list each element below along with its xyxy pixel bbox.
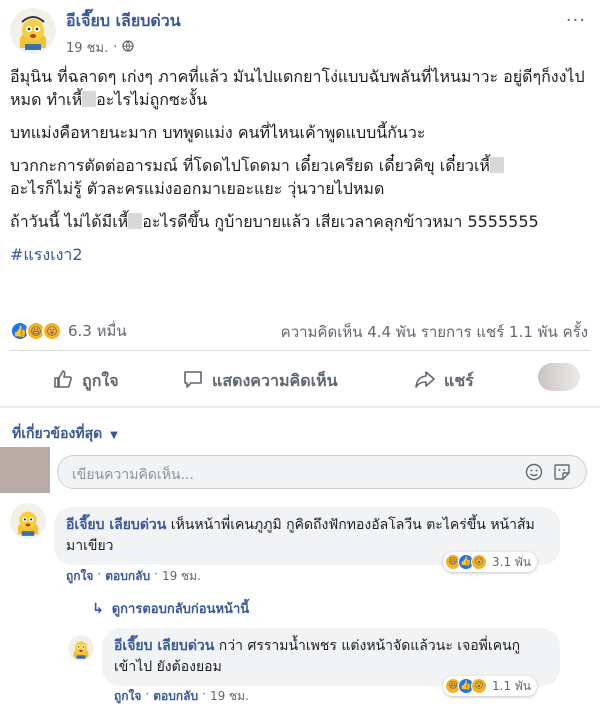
comment-reactions[interactable]: 😆 👍 😮 3.1 พัน bbox=[443, 552, 538, 572]
comment-like-link[interactable]: ถูกใจ bbox=[66, 567, 93, 586]
reply-reply-link[interactable]: ตอบกลับ bbox=[153, 687, 198, 706]
paragraph-text: อะไรดีขึ้น กูบ้ายบายแล้ว เสียเวลาคลุกข้า… bbox=[142, 212, 539, 231]
caret-down-icon: ▼ bbox=[110, 430, 118, 441]
post-paragraph: #แรงเงา2 bbox=[10, 243, 595, 266]
wow-reaction-icon: 😮 bbox=[42, 321, 62, 341]
view-previous-replies[interactable]: ↳ ดูการตอบกลับก่อนหน้านี้ bbox=[92, 598, 249, 619]
censor-block bbox=[128, 213, 143, 229]
meta-dot: · bbox=[113, 40, 118, 55]
section-separator bbox=[0, 406, 600, 408]
post-paragraph: ถ้าวันนี้ ไม่ได้มีเหี้ อะไรดีขึ้น กูบ้ายบ… bbox=[10, 210, 595, 233]
globe-icon[interactable] bbox=[122, 39, 134, 56]
post-author-name[interactable]: อีเจี๊ยบ เลียบด่วน bbox=[66, 9, 181, 34]
reply-commenter-name[interactable]: อีเจี๊ยบ เลียบด่วน bbox=[114, 638, 214, 654]
post-paragraph: บทแม่งคือหายนะมาก บทพูดแม่ง คนที่ไหนเค้า… bbox=[10, 121, 595, 144]
comment-button[interactable]: แสดงความคิดเห็น bbox=[182, 368, 338, 394]
like-label: ถูกใจ bbox=[82, 370, 119, 390]
censor-block bbox=[82, 91, 97, 107]
reaction-summary[interactable]: 👍 😆 😮 6.3 หมื่น bbox=[10, 319, 127, 343]
wow-reaction-icon: 😮 bbox=[471, 554, 487, 570]
comment-composer[interactable]: เขียนความคิดเห็น... bbox=[57, 455, 587, 489]
paragraph-text: ถ้าวันนี้ ไม่ได้มีเหี้ bbox=[10, 212, 129, 231]
post-meta: 19 ชม. · bbox=[66, 37, 134, 58]
comment-reaction-count: 3.1 พัน bbox=[492, 554, 532, 569]
post-body: อีมุนิน ที่ฉลาดๆ เก่งๆ ภาคที่แล้ว มันไปแ… bbox=[10, 65, 595, 276]
post-paragraph: อีมุนิน ที่ฉลาดๆ เก่งๆ ภาคที่แล้ว มันไปแ… bbox=[10, 65, 595, 111]
sticker-icon[interactable] bbox=[552, 462, 572, 482]
comment-input-placeholder[interactable]: เขียนความคิดเห็น... bbox=[72, 464, 194, 486]
dot-separator: · bbox=[154, 567, 158, 581]
divider bbox=[10, 350, 590, 351]
share-button[interactable]: แชร์ bbox=[414, 368, 474, 394]
post-paragraph: บวกกะการตัดต่ออารมณ์ ที่โดดไปโดดมา เดี๋ย… bbox=[10, 154, 595, 200]
reaction-count[interactable]: 6.3 หมื่น bbox=[68, 319, 127, 343]
share-label: แชร์ bbox=[444, 370, 474, 390]
post-stats[interactable]: ความคิดเห็น 4.4 พัน รายการ แชร์ 1.1 พัน … bbox=[281, 320, 588, 344]
share-icon bbox=[414, 368, 436, 394]
comment-filter-dropdown[interactable]: ที่เกี่ยวข้องที่สุด ▼ bbox=[12, 423, 118, 445]
reply-reaction-count: 1.1 พัน bbox=[492, 678, 532, 693]
page-selector-avatar[interactable] bbox=[538, 363, 580, 391]
view-previous-label: ดูการตอบกลับก่อนหน้านี้ bbox=[111, 602, 250, 617]
hashtag-link[interactable]: #แรงเงา2 bbox=[10, 245, 83, 264]
current-user-avatar[interactable] bbox=[0, 447, 50, 493]
reply-arrow-icon: ↳ bbox=[92, 600, 104, 617]
censor-block bbox=[489, 157, 504, 173]
comment-time[interactable]: 19 ชม. bbox=[162, 567, 201, 586]
emoji-icon[interactable] bbox=[524, 462, 544, 482]
reply-actions: ถูกใจ · ตอบกลับ · 19 ชม. bbox=[114, 687, 249, 706]
like-button[interactable]: ถูกใจ bbox=[52, 368, 119, 394]
thumbs-up-icon bbox=[52, 368, 74, 394]
paragraph-text: อะไรไม่ถูกซะงั้น bbox=[96, 90, 208, 109]
paragraph-text: บทแม่งคือหายนะมาก บทพูดแม่ง คนที่ไหนเค้า… bbox=[10, 123, 426, 142]
reply-like-link[interactable]: ถูกใจ bbox=[114, 687, 141, 706]
paragraph-text: อะไรก็ไม่รู้ ตัวละครแม่งออกมาเยอะแยะ วุ่… bbox=[10, 179, 385, 198]
comment-label: แสดงความคิดเห็น bbox=[212, 370, 338, 390]
reply-reactions[interactable]: 😆 👍 😮 1.1 พัน bbox=[443, 676, 538, 696]
commenter-avatar[interactable] bbox=[10, 503, 46, 539]
comment-actions: ถูกใจ · ตอบกลับ · 19 ชม. bbox=[66, 567, 201, 586]
dot-separator: · bbox=[97, 567, 102, 581]
dot-separator: · bbox=[145, 687, 150, 701]
reply-commenter-avatar[interactable] bbox=[68, 635, 94, 661]
comment-reply-link[interactable]: ตอบกลับ bbox=[105, 567, 150, 586]
wow-reaction-icon: 😮 bbox=[471, 678, 487, 694]
filter-label: ที่เกี่ยวข้องที่สุด bbox=[12, 426, 103, 442]
commenter-name[interactable]: อีเจี๊ยบ เลียบด่วน bbox=[66, 517, 166, 533]
dot-separator: · bbox=[202, 687, 206, 701]
comment-icon bbox=[182, 368, 204, 394]
more-options-icon[interactable]: ··· bbox=[566, 10, 586, 31]
post-time[interactable]: 19 ชม. bbox=[66, 37, 108, 58]
author-avatar[interactable] bbox=[10, 8, 56, 54]
paragraph-text: บวกกะการตัดต่ออารมณ์ ที่โดดไปโดดมา เดี๋ย… bbox=[10, 156, 490, 175]
reply-time[interactable]: 19 ชม. bbox=[210, 687, 249, 706]
